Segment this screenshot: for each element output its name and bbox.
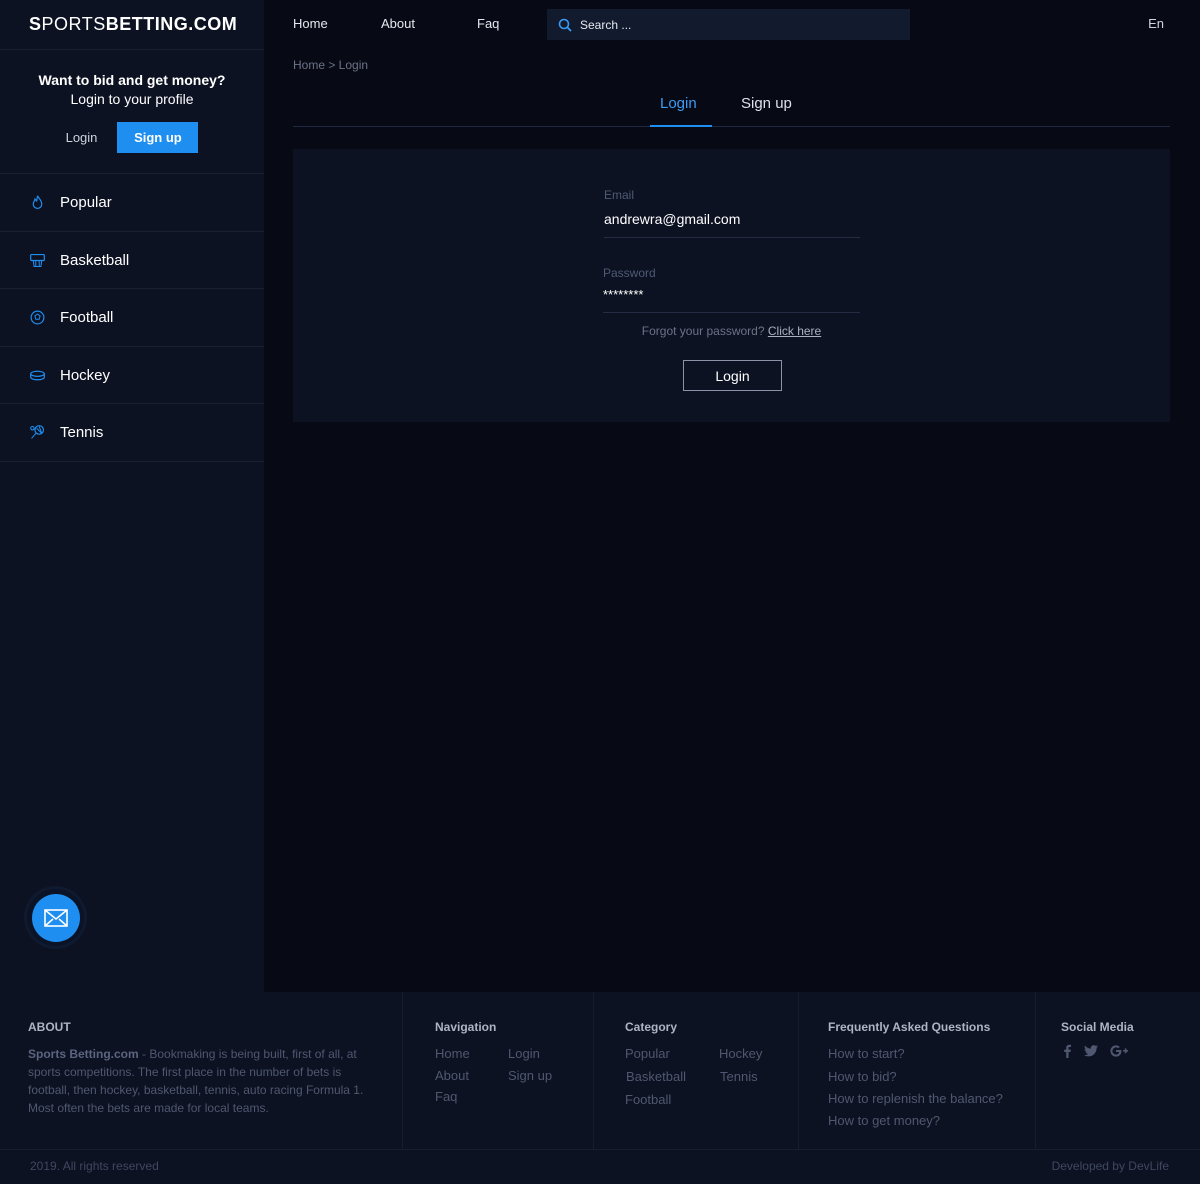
footer-faq: Frequently Asked Questions How to start?…: [799, 992, 1036, 1150]
sidebar-item-label: Tennis: [60, 424, 104, 441]
envelope-icon: [43, 908, 68, 927]
footer-faq-get-money[interactable]: How to get money?: [828, 1113, 940, 1128]
sidebar-item-hockey[interactable]: Hockey: [0, 347, 264, 404]
login-form: Email andrewra@gmail.com Password ******…: [293, 149, 1170, 422]
basketball-hoop-icon: [30, 253, 45, 267]
password-input[interactable]: ********: [603, 287, 860, 312]
sidebar-item-popular[interactable]: Popular: [0, 174, 264, 232]
search-icon: [558, 18, 572, 32]
search-input[interactable]: [580, 17, 880, 32]
sidebar-item-label: Popular: [60, 194, 112, 211]
breadcrumb: Home > Login: [293, 58, 369, 72]
logo-letter: S: [29, 14, 42, 34]
sidebar-item-label: Hockey: [60, 366, 111, 384]
footer-faq-bid[interactable]: How to bid?: [828, 1069, 897, 1084]
footer-link-hockey[interactable]: Hockey: [719, 1046, 762, 1061]
password-field[interactable]: Password ********: [603, 266, 860, 313]
footer-link-popular[interactable]: Popular: [625, 1046, 670, 1061]
footer-link-faq[interactable]: Faq: [435, 1089, 457, 1104]
footer-link-home[interactable]: Home: [435, 1046, 470, 1061]
footer-category: Category Popular Hockey Basketball Tenni…: [594, 992, 799, 1150]
footer-about-text: Sports Betting.com - Bookmaking is being…: [28, 1045, 368, 1117]
twitter-icon[interactable]: [1084, 1045, 1098, 1057]
logo[interactable]: S PORTS BETTING.COM: [0, 0, 264, 50]
footer-link-football[interactable]: Football: [625, 1092, 671, 1107]
active-tab-indicator: [650, 125, 712, 127]
tab-signup[interactable]: Sign up: [741, 95, 792, 112]
top-navbar: Home About Faq En: [264, 0, 1200, 50]
footer-link-about[interactable]: About: [435, 1068, 469, 1083]
footer-bottom: 2019. All rights reserved Developed by D…: [0, 1149, 1200, 1184]
promo-title: Want to bid and get money?: [38, 72, 226, 88]
promo-login-link[interactable]: Login: [66, 130, 98, 145]
logo-text-betting: BETTING.COM: [105, 14, 238, 34]
tab-login[interactable]: Login: [660, 95, 697, 112]
footer-category-heading: Category: [625, 1020, 678, 1034]
footer-about: ABOUT Sports Betting.com - Bookmaking is…: [0, 992, 403, 1150]
footer-navigation: Navigation Home Login About Sign up Faq: [403, 992, 594, 1150]
facebook-icon[interactable]: [1062, 1044, 1072, 1058]
footer-link-signup[interactable]: Sign up: [508, 1068, 552, 1083]
search-bar: [547, 9, 910, 40]
footer-link-tennis[interactable]: Tennis: [720, 1069, 758, 1084]
email-field[interactable]: Email andrewra@gmail.com: [604, 188, 860, 238]
nav-faq[interactable]: Faq: [477, 16, 499, 31]
footer-social-heading: Social Media: [1061, 1020, 1134, 1034]
logo-text-sports: PORTS: [41, 14, 106, 34]
login-button[interactable]: Login: [683, 360, 782, 391]
auth-tabs: Login Sign up: [293, 86, 1170, 127]
email-input[interactable]: andrewra@gmail.com: [604, 211, 860, 237]
nav-home[interactable]: Home: [293, 16, 328, 31]
language-selector[interactable]: En: [1148, 16, 1164, 31]
forgot-password-text: Forgot your password?: [641, 324, 765, 338]
sidebar-item-football[interactable]: Football: [0, 289, 264, 347]
footer-faq-replenish[interactable]: How to replenish the balance?: [828, 1091, 1003, 1106]
footer-faq-start[interactable]: How to start?: [828, 1046, 905, 1061]
contact-button[interactable]: [27, 889, 84, 946]
footer-faq-heading: Frequently Asked Questions: [828, 1020, 991, 1034]
footer-link-login[interactable]: Login: [508, 1046, 540, 1061]
footer-social: Social Media: [1036, 992, 1200, 1150]
promo-signup-button[interactable]: Sign up: [117, 122, 199, 153]
flame-icon: [32, 195, 43, 210]
sidebar-item-tennis[interactable]: Tennis: [0, 404, 264, 462]
nav-about[interactable]: About: [381, 16, 415, 31]
developer-credit[interactable]: Developed by DevLife: [1052, 1159, 1169, 1173]
footer-about-heading: ABOUT: [28, 1020, 71, 1034]
footer-about-brand: Sports Betting.com: [28, 1047, 139, 1061]
copyright: 2019. All rights reserved: [30, 1159, 159, 1173]
sidebar: S PORTS BETTING.COM Want to bid and get m…: [0, 0, 264, 992]
sidebar-item-label: Football: [60, 309, 114, 326]
footer-link-basketball[interactable]: Basketball: [626, 1069, 686, 1084]
soccer-ball-icon: [30, 310, 45, 325]
google-plus-icon[interactable]: [1110, 1045, 1128, 1057]
sidebar-item-label: Basketball: [60, 251, 130, 269]
forgot-password-link[interactable]: Click here: [768, 324, 821, 338]
forgot-password: Forgot your password? Click here: [293, 324, 1170, 338]
tennis-racket-icon: [30, 425, 45, 439]
footer-navigation-heading: Navigation: [435, 1020, 497, 1034]
login-promo: Want to bid and get money? Login to your…: [0, 50, 264, 174]
sidebar-item-basketball[interactable]: Basketball: [0, 232, 264, 289]
email-label: Email: [604, 188, 635, 202]
footer: ABOUT Sports Betting.com - Bookmaking is…: [0, 992, 1200, 1184]
password-label: Password: [603, 266, 656, 280]
hockey-puck-icon: [30, 370, 45, 380]
promo-subtitle: Login to your profile: [70, 91, 194, 107]
